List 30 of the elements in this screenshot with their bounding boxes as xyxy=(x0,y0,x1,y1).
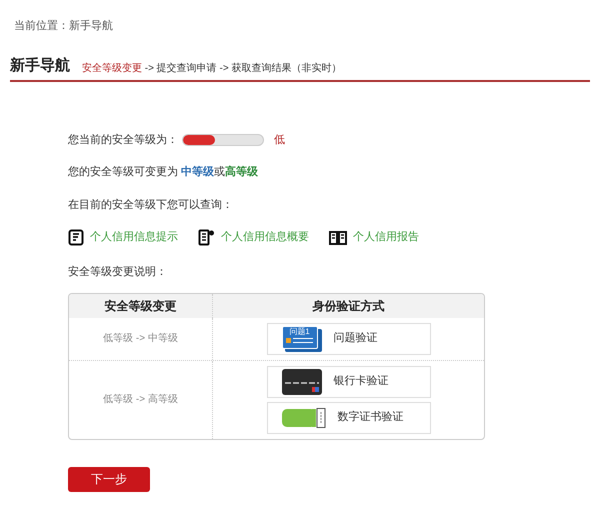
column-header: 安全等级变更 xyxy=(69,294,213,318)
upgrade-sentence: 您的安全等级可变更为 中等级或高等级 xyxy=(68,164,260,180)
verification-method[interactable]: 问题1 问题验证 xyxy=(266,322,430,354)
verification-method[interactable]: 数字证书验证 xyxy=(266,402,430,434)
query-intro: 在目前的安全等级下您可以查询： xyxy=(68,198,234,212)
query-link[interactable]: 个人信用报告 xyxy=(353,229,419,246)
question-card-icon: 问题1 xyxy=(282,326,322,352)
step-arrow: -> xyxy=(218,62,230,76)
breadcrumb-label: 当前位置： xyxy=(14,19,69,34)
next-button[interactable]: 下一步 xyxy=(68,466,150,492)
table-cell-text: 低等级 -> 高等级 xyxy=(103,392,178,407)
table-cell-text: 低等级 -> 中等级 xyxy=(103,332,178,346)
verification-method[interactable]: 银行卡验证 xyxy=(266,366,430,398)
usb-key-icon xyxy=(282,408,326,428)
explain-title: 安全等级变更说明： xyxy=(68,264,168,280)
bank-card-icon xyxy=(282,368,322,394)
page-title: 新手导航 xyxy=(10,56,70,76)
query-link[interactable]: 个人信用信息概要 xyxy=(221,229,309,246)
query-link[interactable]: 个人信用信息提示 xyxy=(90,229,178,246)
step-arrow: -> xyxy=(144,62,155,76)
breadcrumb-current: 新手导航 xyxy=(69,18,113,34)
security-level-reading: 低 xyxy=(274,132,285,148)
column-header: 身份验证方式 xyxy=(312,298,386,314)
step-label: 安全等级变更 xyxy=(82,62,142,76)
book-icon xyxy=(329,230,347,246)
document-icon xyxy=(68,229,84,246)
document-icon xyxy=(198,229,215,246)
security-level-label: 您当前的安全等级为： xyxy=(68,132,178,148)
step-label: 获取查询结果（非实时） xyxy=(231,62,342,76)
step-label: 提交查询申请 xyxy=(156,62,217,76)
